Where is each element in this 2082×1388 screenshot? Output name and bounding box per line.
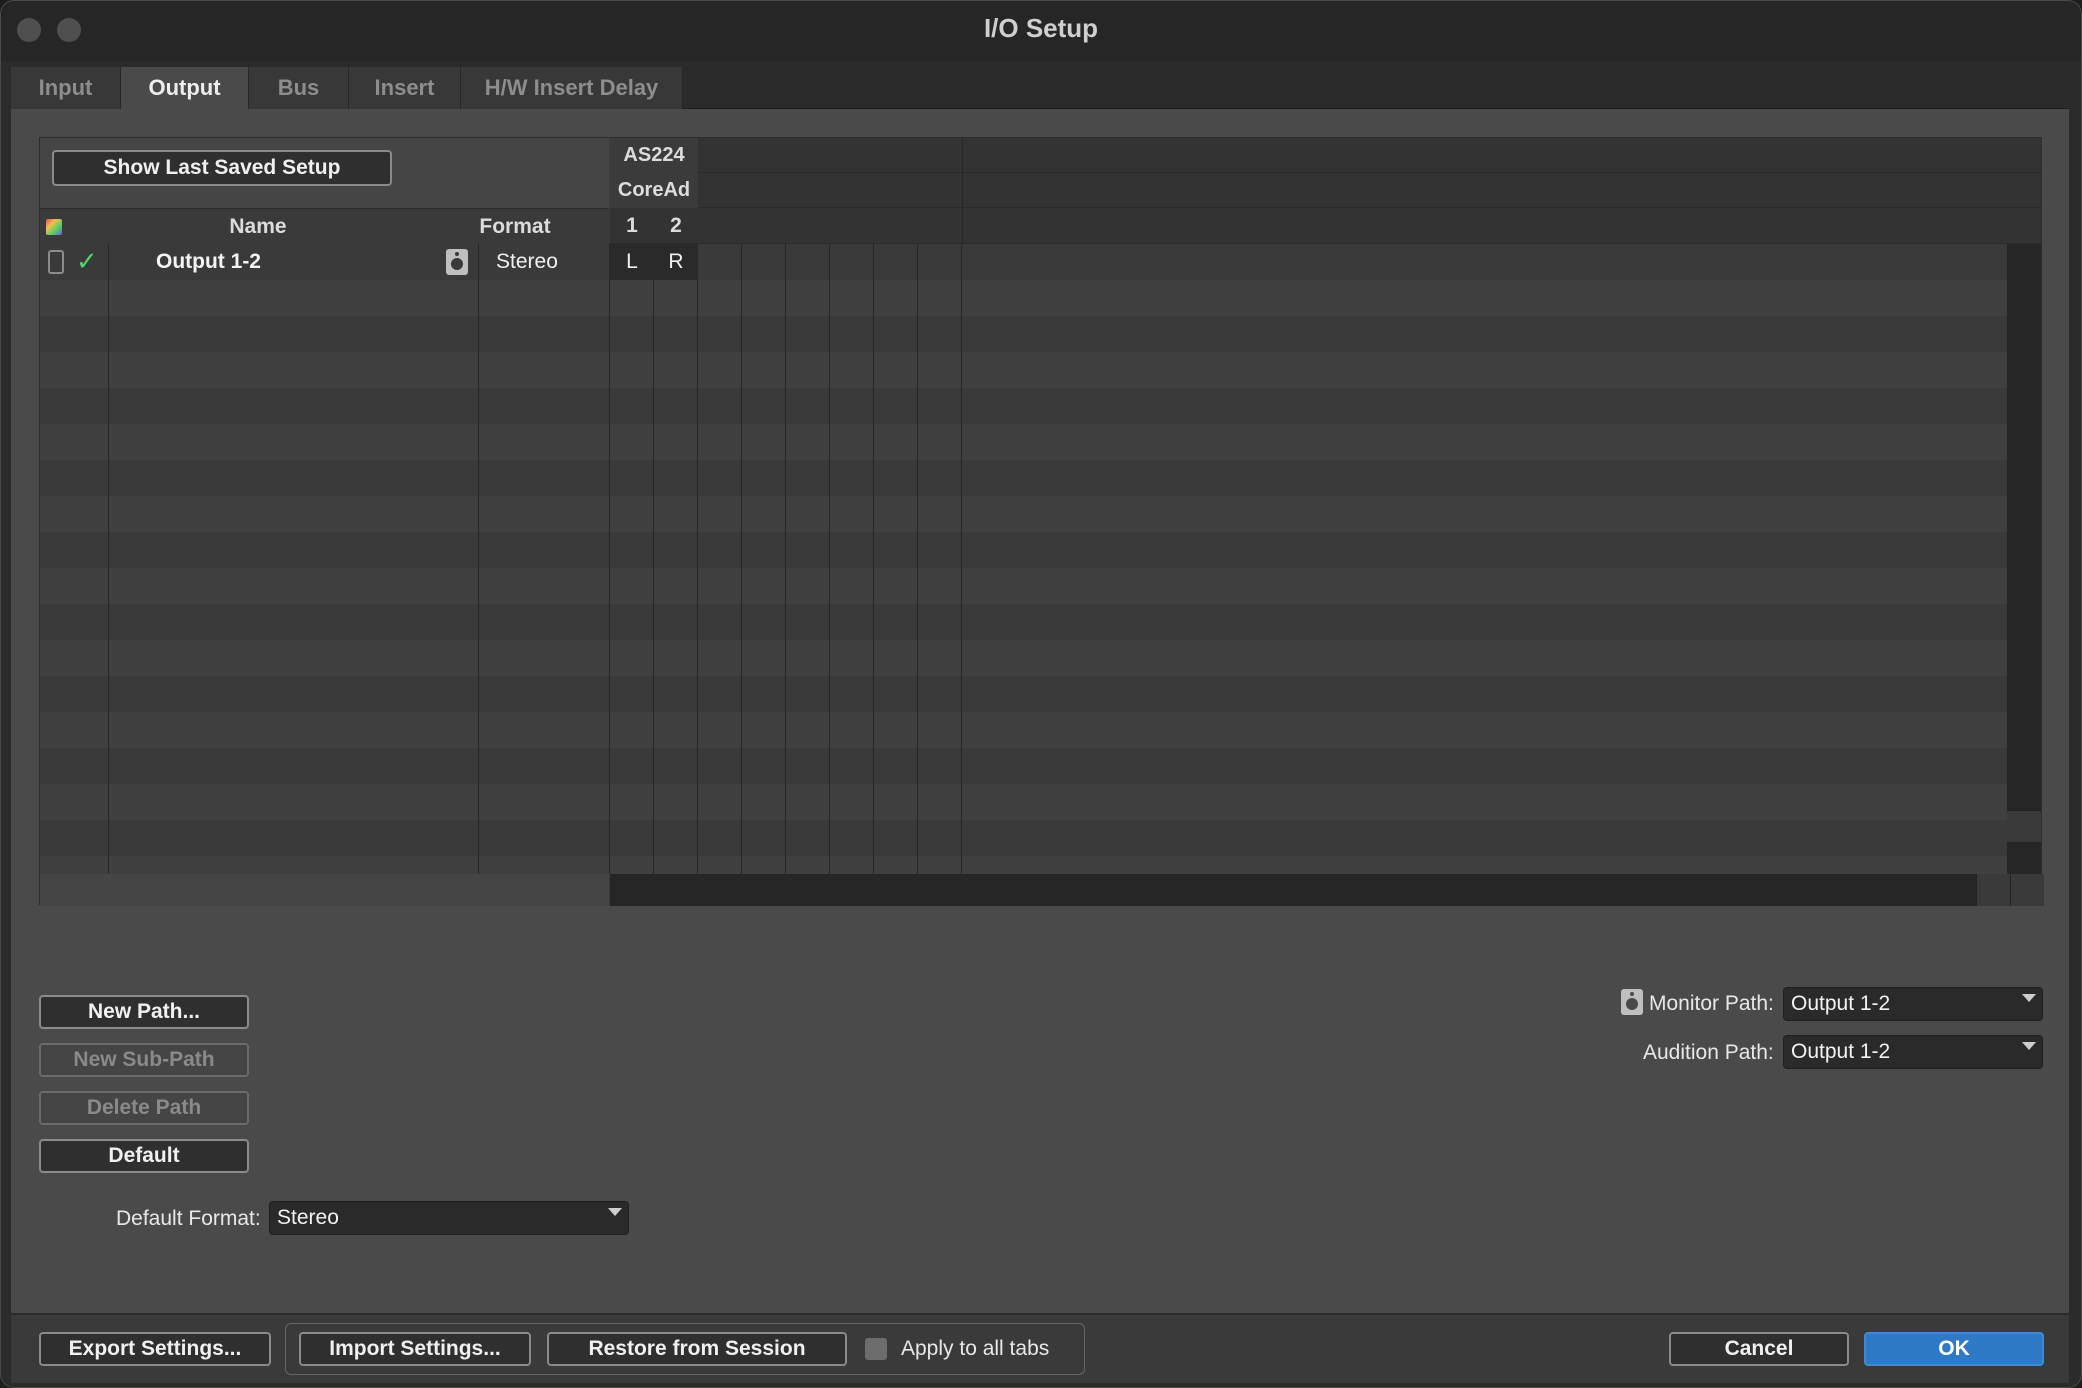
row-select-checkbox[interactable] xyxy=(48,250,64,274)
name-column-header[interactable]: Name xyxy=(108,209,408,245)
tab-hw-insert-delay[interactable]: H/W Insert Delay xyxy=(461,67,683,109)
title-bar: I/O Setup xyxy=(1,1,2081,61)
color-swatch-icon[interactable] xyxy=(46,219,62,235)
new-path-button[interactable]: New Path... xyxy=(39,995,249,1029)
grid-line xyxy=(108,244,109,874)
import-settings-button[interactable]: Import Settings... xyxy=(299,1332,531,1366)
grid-line xyxy=(961,244,962,874)
chevron-down-icon xyxy=(608,1208,622,1216)
monitor-path-label: Monitor Path: xyxy=(1649,992,1774,1015)
row-stripe xyxy=(40,820,2008,856)
path-rows: ✓ Output 1-2 Stereo L R xyxy=(40,244,2008,874)
row-stripe xyxy=(40,532,2008,568)
driver-row: CoreAd xyxy=(610,173,2041,208)
audition-path-label: Audition Path: xyxy=(1643,1041,1774,1064)
grid-line xyxy=(653,244,654,874)
row-stripe xyxy=(40,568,2008,604)
row-stripe xyxy=(40,424,2008,460)
row-stripe xyxy=(40,676,2008,712)
channel-2-assignment[interactable]: R xyxy=(654,244,698,280)
output-panel: Show Last Saved Setup AS224 CoreAd 1 2 N… xyxy=(11,109,2069,1313)
path-name[interactable]: Output 1-2 xyxy=(156,244,261,280)
row-stripe xyxy=(40,604,2008,640)
row-stripe xyxy=(40,496,2008,532)
scroll-corner xyxy=(2010,874,2044,906)
ok-button[interactable]: OK xyxy=(1864,1332,2044,1366)
tab-bus[interactable]: Bus xyxy=(249,67,349,109)
io-grid: Show Last Saved Setup AS224 CoreAd 1 2 N… xyxy=(39,137,2044,906)
row-stripe xyxy=(40,388,2008,424)
default-format-label: Default Format: xyxy=(116,1207,261,1230)
monitor-path-value: Output 1-2 xyxy=(1791,992,1891,1015)
row-stripe xyxy=(40,280,2008,316)
channel-1-assignment[interactable]: L xyxy=(610,244,654,280)
audition-path-value: Output 1-2 xyxy=(1791,1040,1891,1063)
delete-path-button[interactable]: Delete Path xyxy=(39,1091,249,1125)
apply-to-all-tabs-label: Apply to all tabs xyxy=(901,1337,1050,1360)
grid-line xyxy=(741,244,742,874)
path-format: Stereo xyxy=(496,250,558,273)
grid-line xyxy=(609,244,610,874)
chevron-down-icon xyxy=(2022,1042,2036,1050)
grid-line xyxy=(917,244,918,874)
divider xyxy=(962,138,963,173)
tab-insert[interactable]: Insert xyxy=(349,67,461,109)
cancel-button[interactable]: Cancel xyxy=(1669,1332,1849,1366)
tab-output[interactable]: Output xyxy=(121,67,249,109)
row-stripe xyxy=(40,712,2008,748)
row-stripe xyxy=(40,460,2008,496)
row-stripe xyxy=(40,748,2008,784)
channel-1-header: 1 xyxy=(626,214,638,237)
grid-left-footer xyxy=(40,874,609,906)
device-row: AS224 xyxy=(610,138,2041,173)
new-sub-path-button[interactable]: New Sub-Path xyxy=(39,1043,249,1077)
monitor-speaker-icon xyxy=(1621,989,1643,1015)
row-stripe xyxy=(40,856,2008,874)
vertical-scrollbar[interactable] xyxy=(2007,244,2041,874)
grid-line xyxy=(829,244,830,874)
show-last-saved-setup-button[interactable]: Show Last Saved Setup xyxy=(52,150,392,186)
audition-path-select[interactable]: Output 1-2 xyxy=(1783,1035,2043,1069)
channel-number-row: 1 2 xyxy=(610,208,2041,244)
grid-line xyxy=(697,244,698,874)
grid-line xyxy=(873,244,874,874)
window-title: I/O Setup xyxy=(983,13,1099,43)
default-format-select[interactable]: Stereo xyxy=(269,1201,629,1235)
io-setup-window: I/O Setup Input Output Bus Insert H/W In… xyxy=(0,0,2082,1388)
row-stripe xyxy=(40,316,2008,352)
grid-toolbar: Show Last Saved Setup xyxy=(40,138,609,208)
bottom-bar: Export Settings... Import Settings... Re… xyxy=(11,1315,2069,1383)
row-stripe xyxy=(40,784,2008,820)
grid-line xyxy=(785,244,786,874)
column-header-row: Name Format xyxy=(40,208,609,244)
divider xyxy=(962,208,963,244)
table-row[interactable]: ✓ Output 1-2 Stereo L R xyxy=(40,244,2008,280)
active-check-icon[interactable]: ✓ xyxy=(76,246,98,277)
row-stripe xyxy=(40,640,2008,676)
tab-input[interactable]: Input xyxy=(11,67,121,109)
chevron-down-icon xyxy=(2022,994,2036,1002)
restore-from-session-button[interactable]: Restore from Session xyxy=(547,1332,847,1366)
format-column-header[interactable]: Format xyxy=(472,209,558,245)
grid-line xyxy=(478,244,479,874)
speaker-icon xyxy=(446,249,468,275)
monitor-path-select[interactable]: Output 1-2 xyxy=(1783,987,2043,1021)
default-button[interactable]: Default xyxy=(39,1139,249,1173)
divider xyxy=(962,173,963,208)
io-header: AS224 CoreAd 1 2 xyxy=(610,138,2041,244)
vertical-scroll-buttons[interactable] xyxy=(2007,810,2041,842)
scroll-right-button[interactable] xyxy=(1976,874,2010,906)
horizontal-scrollbar[interactable] xyxy=(610,874,2010,906)
export-settings-button[interactable]: Export Settings... xyxy=(39,1332,271,1366)
apply-to-all-tabs-checkbox[interactable] xyxy=(865,1338,887,1360)
default-format-value: Stereo xyxy=(277,1206,339,1229)
row-stripe xyxy=(40,352,2008,388)
tab-bar: Input Output Bus Insert H/W Insert Delay xyxy=(11,67,2069,109)
channel-2-header: 2 xyxy=(670,214,682,237)
driver-label: CoreAd xyxy=(610,173,698,208)
device-label: AS224 xyxy=(610,138,698,173)
